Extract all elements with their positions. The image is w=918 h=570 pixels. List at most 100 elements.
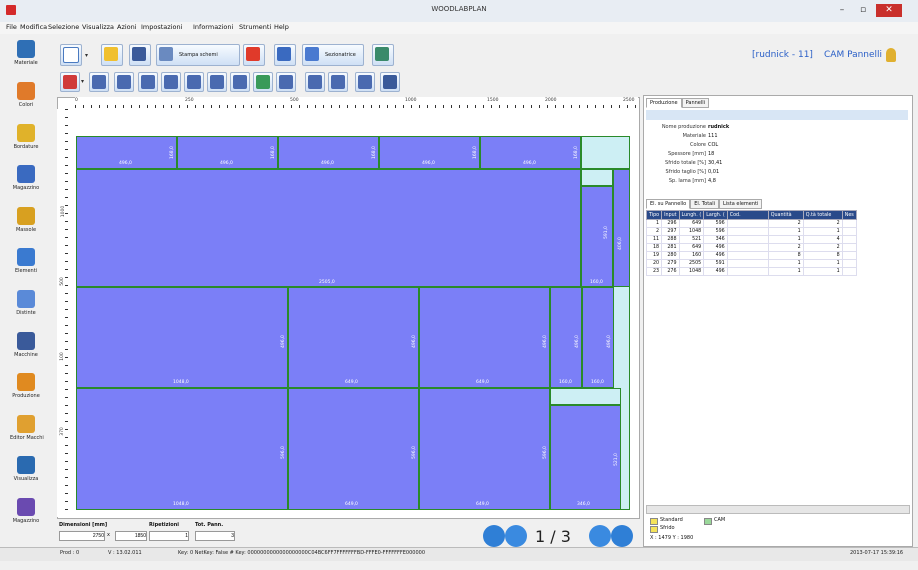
piece[interactable]: 496,0 168,0 <box>480 136 581 169</box>
piece[interactable]: 1048,0 596,0 <box>76 388 288 510</box>
table-row[interactable]: 20 279 2505 591 1 1 <box>646 259 857 268</box>
new-dropdown-icon[interactable]: ▾ <box>85 52 88 59</box>
table-row[interactable]: 2 297 1048 596 1 1 <box>646 227 857 236</box>
tab-lista-elementi[interactable]: Lista elementi <box>719 199 763 209</box>
sidebar-item-bordature[interactable]: Bordature <box>10 124 42 160</box>
measure-tool[interactable] <box>138 72 158 92</box>
col-largh[interactable]: Largh. ( <box>703 210 728 220</box>
sezionatrice-button[interactable]: Sezionatrice <box>302 44 364 66</box>
last-page-button[interactable] <box>611 525 633 547</box>
close-icon[interactable]: ✕ <box>876 4 902 17</box>
prop-value[interactable]: 4,8 <box>708 178 716 184</box>
prop-value[interactable]: COL <box>708 142 718 148</box>
piece[interactable]: 2505,0 <box>76 169 581 287</box>
tab-pannelli[interactable]: Pannelli <box>681 98 710 108</box>
line-tool[interactable] <box>161 72 181 92</box>
sidebar-item-produzione[interactable]: Produzione <box>10 373 42 409</box>
next-page-button[interactable] <box>589 525 611 547</box>
menu-informazioni[interactable]: Informazioni <box>193 23 233 31</box>
tab-el-pannello[interactable]: El. su Pannello <box>646 199 691 209</box>
piece[interactable]: 649,0 596,0 <box>419 388 550 510</box>
col-tipo[interactable]: Tipo <box>646 210 663 220</box>
piece[interactable]: 346,0 521,0 <box>550 405 621 510</box>
align-left-tool[interactable] <box>305 72 325 92</box>
sidebar-item-magazzino[interactable]: Magazzino <box>10 165 42 201</box>
tab-produzione[interactable]: Produzione <box>646 98 682 108</box>
sidebar-item-colori[interactable]: Colori <box>10 82 42 118</box>
prop-value[interactable]: 111 <box>708 133 718 139</box>
prev-page-button[interactable] <box>505 525 527 547</box>
horizontal-scrollbar[interactable] <box>646 505 910 514</box>
sidebar-item-distinte[interactable]: Distinte <box>10 290 42 326</box>
col-nes[interactable]: Nes <box>841 210 857 220</box>
piece[interactable]: 649,0 496,0 <box>419 287 550 388</box>
select-tool[interactable] <box>60 72 80 92</box>
sidebar-item-editor[interactable]: Editor Macchi <box>10 415 44 451</box>
col-input[interactable]: Input <box>661 210 680 220</box>
piece[interactable]: 1048,0 496,0 <box>76 287 288 388</box>
select-dropdown-icon[interactable]: ▾ <box>81 78 84 85</box>
grid-tool[interactable] <box>114 72 134 92</box>
col-lungh[interactable]: Lungh. ( <box>678 210 705 220</box>
columns-tool[interactable] <box>380 72 400 92</box>
col-qta-totale[interactable]: Q.tà totale <box>802 210 843 220</box>
col-quantita[interactable]: Quantità <box>767 210 804 220</box>
table-row[interactable]: 11 288 521 346 1 4 <box>646 235 857 244</box>
piece[interactable]: 649,0 596,0 <box>288 388 419 510</box>
prop-value[interactable]: 30,41 <box>708 160 722 166</box>
dim-width-input[interactable] <box>59 531 105 541</box>
piece[interactable]: 160,0 496,0 <box>550 287 582 388</box>
tab-el-totali[interactable]: El. Totali <box>690 199 719 209</box>
sidebar-item-elementi[interactable]: Elementi <box>10 248 42 284</box>
check-tool[interactable] <box>253 72 273 92</box>
menu-selezione[interactable]: Selezione <box>48 23 79 31</box>
panel-tool[interactable] <box>276 72 296 92</box>
rotate-tool[interactable] <box>230 72 250 92</box>
table-row[interactable]: 1 296 649 596 2 2 <box>646 219 857 228</box>
move-tool[interactable] <box>355 72 375 92</box>
piece[interactable]: 591,0 160,0 <box>581 186 613 287</box>
stampa-button[interactable]: Stampa schemi <box>156 44 240 66</box>
menu-file[interactable]: File <box>6 23 17 31</box>
table-row[interactable]: 23 276 1048 496 1 1 <box>646 267 857 276</box>
table-row[interactable]: 19 280 160 496 8 8 <box>646 251 857 260</box>
sidebar-item-magazzino-2[interactable]: Magazzino <box>10 498 42 534</box>
ripetizioni-input[interactable] <box>149 531 189 541</box>
open-button[interactable] <box>101 44 123 66</box>
sidebar-item-visualizza[interactable]: Visualizza <box>10 456 42 492</box>
menu-help[interactable]: Help <box>274 23 289 31</box>
sidebar-item-massole[interactable]: Massole <box>10 207 42 243</box>
table-row[interactable]: 18 281 649 496 2 2 <box>646 243 857 252</box>
piece[interactable]: 406,0 <box>613 169 630 287</box>
piece[interactable]: 496,0 168,0 <box>278 136 379 169</box>
piece[interactable]: 496,0 168,0 <box>177 136 278 169</box>
tot-pann-input[interactable] <box>195 531 235 541</box>
menu-modifica[interactable]: Modifica <box>20 23 47 31</box>
first-page-button[interactable] <box>483 525 505 547</box>
piece[interactable]: 649,0 496,0 <box>288 287 419 388</box>
piece[interactable]: 496,0 168,0 <box>76 136 177 169</box>
prop-value[interactable]: rudnick <box>708 124 729 130</box>
new-button[interactable] <box>60 44 82 66</box>
menu-azioni[interactable]: Azioni <box>117 23 137 31</box>
list-button[interactable] <box>274 44 296 66</box>
zoom-area-tool[interactable] <box>89 72 109 92</box>
dim-height-input[interactable] <box>115 531 147 541</box>
sidebar-item-materiale[interactable]: Materiale <box>10 40 42 76</box>
sidebar-item-macchine[interactable]: Macchine <box>10 332 42 368</box>
maximize-icon[interactable]: ▫ <box>853 4 873 17</box>
align-right-tool[interactable] <box>328 72 348 92</box>
prop-value[interactable]: 18 <box>708 151 714 157</box>
save-button[interactable] <box>129 44 151 66</box>
prop-value[interactable]: 0,01 <box>708 169 719 175</box>
export-button[interactable] <box>372 44 394 66</box>
menu-strumenti[interactable]: Strumenti <box>239 23 271 31</box>
zoom-in-tool[interactable] <box>184 72 204 92</box>
delete-button[interactable] <box>243 44 265 66</box>
piece[interactable]: 496,0 168,0 <box>379 136 480 169</box>
piece[interactable]: 160,0 496,0 <box>582 287 614 388</box>
menu-impostazioni[interactable]: Impostazioni <box>141 23 182 31</box>
col-cod[interactable]: Cod. <box>726 210 769 220</box>
minimize-icon[interactable]: – <box>832 4 852 17</box>
menu-visualizza[interactable]: Visualizza <box>82 23 114 31</box>
